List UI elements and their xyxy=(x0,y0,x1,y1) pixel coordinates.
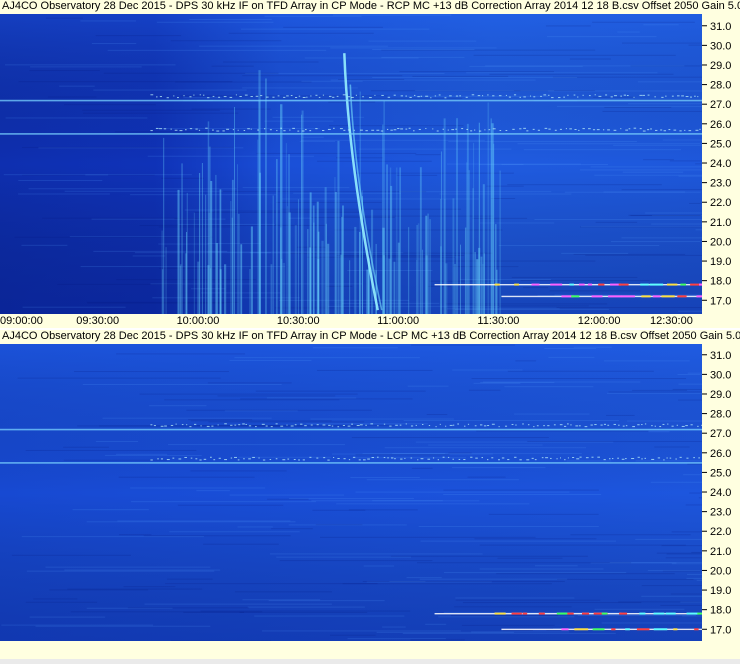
freq-tick-label: 30.0 xyxy=(710,369,731,381)
freq-tick-label: 28.0 xyxy=(710,409,731,421)
freq-tick-label: 23.0 xyxy=(710,178,731,190)
freq-tick-label: 29.0 xyxy=(710,60,731,72)
freq-tick-label: 20.0 xyxy=(710,565,731,577)
freq-tick-label: 20.0 xyxy=(710,236,731,248)
spectrogram-panel-lcp: AJ4CO Observatory 28 Dec 2015 - DPS 30 k… xyxy=(0,330,740,664)
band-line-25.5 xyxy=(0,133,702,135)
time-tick-label: 10:00:00 xyxy=(176,315,220,327)
freq-tick-label: 28.0 xyxy=(710,80,731,92)
freq-tick-label: 25.0 xyxy=(710,138,731,150)
time-tick-label: 10:30:00 xyxy=(276,315,320,327)
time-tick-label: 12:00:00 xyxy=(577,315,621,327)
band-line-27.2 xyxy=(0,99,702,102)
freq-tick-label: 27.0 xyxy=(710,99,731,111)
freq-tick-label: 22.0 xyxy=(710,526,731,538)
freq-tick-label: 31.0 xyxy=(710,350,731,362)
freq-tick-label: 26.0 xyxy=(710,119,731,131)
freq-tick-label: 29.0 xyxy=(710,389,731,401)
spectrogram-panel-rcp: AJ4CO Observatory 28 Dec 2015 - DPS 30 k… xyxy=(0,0,740,330)
spectrogram-lcp xyxy=(0,343,702,643)
spectrogram-rcp xyxy=(0,14,702,314)
time-tick-label: 09:30:00 xyxy=(76,315,120,327)
time-tick-label: 12:30:00 xyxy=(650,315,693,327)
freq-tick-label: 17.0 xyxy=(710,295,731,307)
time-tick-label: 09:00:00 xyxy=(0,315,43,327)
panel-title-lcp: AJ4CO Observatory 28 Dec 2015 - DPS 30 k… xyxy=(0,330,740,344)
freq-tick-label: 21.0 xyxy=(710,217,731,229)
panel-title-rcp: AJ4CO Observatory 28 Dec 2015 - DPS 30 k… xyxy=(0,0,740,14)
frequency-axis-lcp: 31.0 30.0 29.0 28.0 27.0 26.0 25.0 24.0 23.0 22.0… xyxy=(702,330,740,664)
freq-tick-label: 26.0 xyxy=(710,448,731,460)
rfi-colors-17.8 xyxy=(494,612,702,615)
freq-tick-label: 19.0 xyxy=(710,585,731,597)
freq-tick-label: 25.0 xyxy=(710,467,731,479)
freq-tick-label: 18.0 xyxy=(710,605,731,617)
bottom-strip xyxy=(0,641,740,664)
spectrogram-shading xyxy=(0,343,702,643)
freq-tick-label: 24.0 xyxy=(710,487,731,499)
band-line-27.2 xyxy=(0,428,702,431)
freq-tick-label: 24.0 xyxy=(710,158,731,170)
freq-tick-label: 23.0 xyxy=(710,507,731,519)
time-tick-label: 11:30:00 xyxy=(477,315,520,327)
freq-tick-label: 21.0 xyxy=(710,546,731,558)
freq-tick-label: 31.0 xyxy=(710,21,731,33)
freq-tick-label: 17.0 xyxy=(710,624,731,636)
band-line-25.5 xyxy=(0,462,702,464)
freq-tick-label: 18.0 xyxy=(710,276,731,288)
freq-tick-label: 19.0 xyxy=(710,256,731,268)
freq-tick-label: 22.0 xyxy=(710,197,731,209)
freq-tick-label: 30.0 xyxy=(710,40,731,52)
frequency-axis-rcp: 31.0 30.0 29.0 28.0 27.0 26.0 25.0 24.0 23.0 22.0… xyxy=(702,0,740,330)
time-tick-label: 11:00:00 xyxy=(377,315,420,327)
freq-tick-label: 27.0 xyxy=(710,428,731,440)
